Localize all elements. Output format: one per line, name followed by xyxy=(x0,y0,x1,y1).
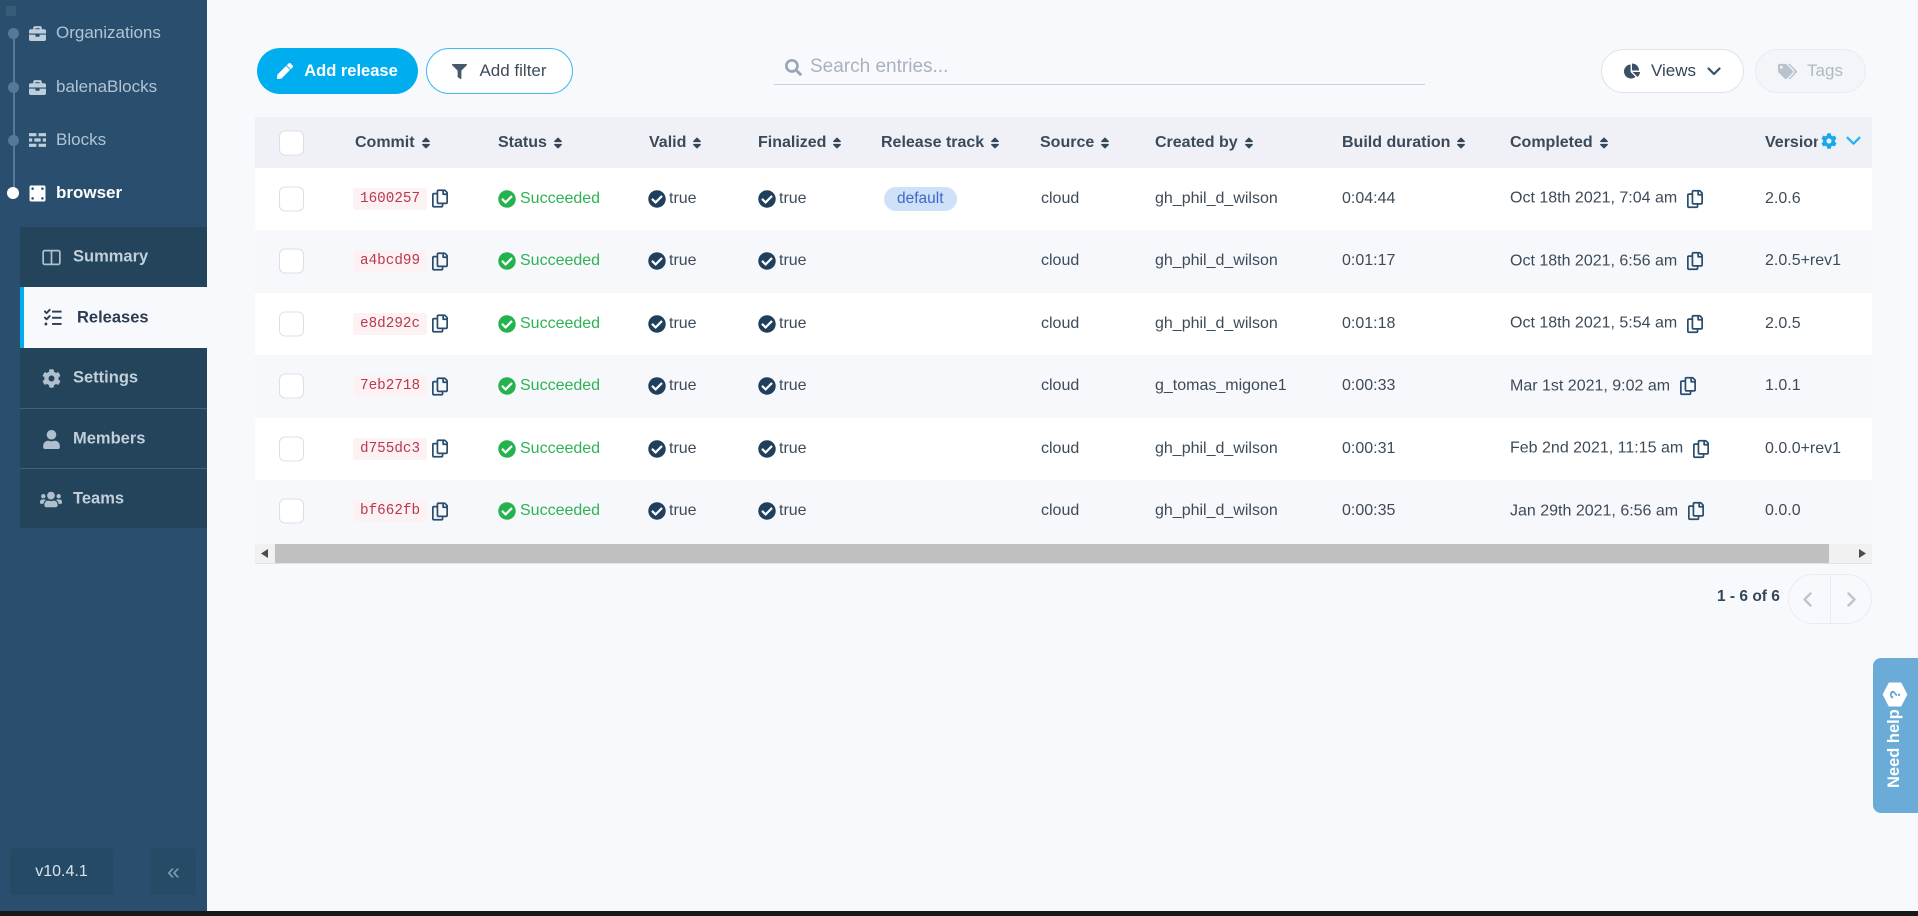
svg-text:?: ? xyxy=(1887,690,1904,699)
